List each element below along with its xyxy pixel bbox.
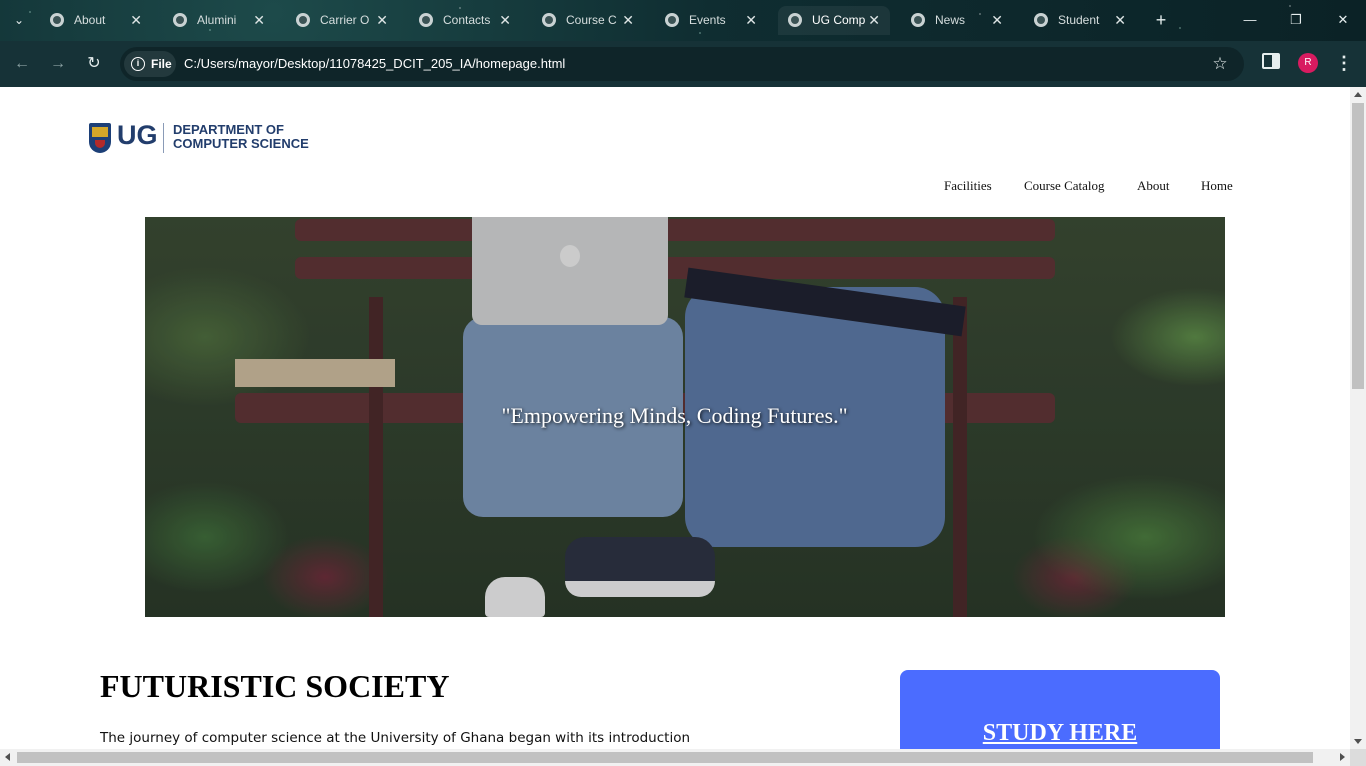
globe-icon: [788, 13, 802, 27]
scrollbar-corner: [1350, 749, 1366, 766]
section-text: The journey of computer science at the U…: [100, 730, 691, 746]
study-here-link[interactable]: STUDY HERE: [900, 720, 1220, 747]
logo-ug: UG: [117, 120, 158, 150]
nav-facilities[interactable]: Facilities: [944, 178, 992, 194]
page-viewport: UG DEPARTMENT OF COMPUTER SCIENCE Facili…: [0, 87, 1350, 749]
nav-home[interactable]: Home: [1201, 178, 1233, 194]
vertical-scrollbar[interactable]: [1350, 87, 1366, 749]
minimize-icon[interactable]: —: [1238, 8, 1262, 32]
tab-title: About: [74, 13, 106, 27]
hero-quote: "Empowering Minds, Coding Futures.": [501, 403, 848, 428]
tab-title: Course C: [566, 13, 617, 27]
close-icon[interactable]: ✕: [991, 6, 1003, 35]
crest-icon: [89, 123, 111, 153]
nav-course-catalog[interactable]: Course Catalog: [1024, 178, 1105, 194]
forward-icon[interactable]: →: [46, 52, 70, 76]
chip-label: File: [151, 57, 172, 71]
new-tab-icon[interactable]: +: [1151, 8, 1171, 32]
close-icon[interactable]: ✕: [745, 6, 757, 35]
close-icon[interactable]: ✕: [1114, 6, 1126, 35]
tab-events[interactable]: Events ✕: [655, 6, 767, 35]
close-icon[interactable]: ✕: [868, 6, 880, 35]
tab-student[interactable]: Student ✕: [1024, 6, 1136, 35]
back-icon[interactable]: ←: [10, 52, 34, 76]
logo-line-1: DEPARTMENT OF: [173, 122, 284, 137]
horizontal-scrollbar[interactable]: [0, 749, 1350, 766]
side-panel-icon[interactable]: [1262, 53, 1280, 69]
close-icon[interactable]: ✕: [499, 6, 511, 35]
tab-title: Contacts: [443, 13, 491, 27]
logo-text: DEPARTMENT OF COMPUTER SCIENCE: [173, 123, 309, 151]
study-card: STUDY HERE: [900, 670, 1220, 749]
tab-ug-comp[interactable]: UG Comp ✕: [778, 6, 890, 35]
scroll-right-icon[interactable]: [1340, 753, 1345, 761]
close-icon[interactable]: ✕: [130, 6, 142, 35]
section-title: FUTURISTIC SOCIETY: [100, 668, 450, 704]
info-icon: i: [131, 57, 145, 71]
tab-title: Events: [689, 13, 726, 27]
tab-title: UG Comp: [812, 13, 866, 27]
tab-news[interactable]: News ✕: [901, 6, 1013, 35]
logo-divider: [163, 123, 164, 153]
tab-course[interactable]: Course C ✕: [532, 6, 644, 35]
hero-image: "Empowering Minds, Coding Futures.": [145, 217, 1225, 617]
globe-icon: [911, 13, 925, 27]
tab-title: Alumini: [197, 13, 237, 27]
address-bar[interactable]: i File C:/Users/mayor/Desktop/11078425_D…: [120, 47, 1244, 81]
tab-alumini[interactable]: Alumini ✕: [163, 6, 275, 35]
globe-icon: [296, 13, 310, 27]
globe-icon: [1034, 13, 1048, 27]
tab-title: Carrier O: [320, 13, 370, 27]
close-icon[interactable]: ✕: [622, 6, 634, 35]
scrollbar-thumb[interactable]: [17, 752, 1313, 763]
globe-icon: [542, 13, 556, 27]
tab-contacts[interactable]: Contacts ✕: [409, 6, 521, 35]
logo-line-2: COMPUTER SCIENCE: [173, 136, 309, 151]
scrollbar-thumb[interactable]: [1352, 103, 1364, 389]
globe-icon: [665, 13, 679, 27]
star-icon[interactable]: ☆: [1208, 52, 1232, 76]
scroll-left-icon[interactable]: [5, 753, 10, 761]
tab-search-icon[interactable]: ⌄: [8, 9, 30, 31]
maximize-icon[interactable]: ❐: [1284, 8, 1308, 32]
globe-icon: [419, 13, 433, 27]
tab-about[interactable]: About ✕: [40, 6, 152, 35]
tab-carrier[interactable]: Carrier O ✕: [286, 6, 398, 35]
globe-icon: [50, 13, 64, 27]
close-icon[interactable]: ✕: [253, 6, 265, 35]
profile-avatar[interactable]: R: [1298, 53, 1318, 73]
nav-about[interactable]: About: [1137, 178, 1170, 194]
tab-strip: ⌄ About ✕ Alumini ✕ Carrier O ✕ Contacts…: [0, 0, 1366, 41]
window-close-icon[interactable]: ✕: [1331, 8, 1355, 32]
scroll-up-icon[interactable]: [1354, 92, 1362, 97]
site-info-chip[interactable]: i File: [124, 51, 176, 77]
reload-icon[interactable]: ↻: [82, 52, 106, 76]
globe-icon: [173, 13, 187, 27]
close-icon[interactable]: ✕: [376, 6, 388, 35]
url-text[interactable]: C:/Users/mayor/Desktop/11078425_DCIT_205…: [184, 47, 565, 81]
menu-icon[interactable]: ⋮: [1334, 50, 1354, 76]
tab-title: Student: [1058, 13, 1100, 27]
scroll-down-icon[interactable]: [1354, 739, 1362, 744]
browser-toolbar: ← → ↻ i File C:/Users/mayor/Desktop/1107…: [0, 41, 1366, 87]
tab-title: News: [935, 13, 966, 27]
